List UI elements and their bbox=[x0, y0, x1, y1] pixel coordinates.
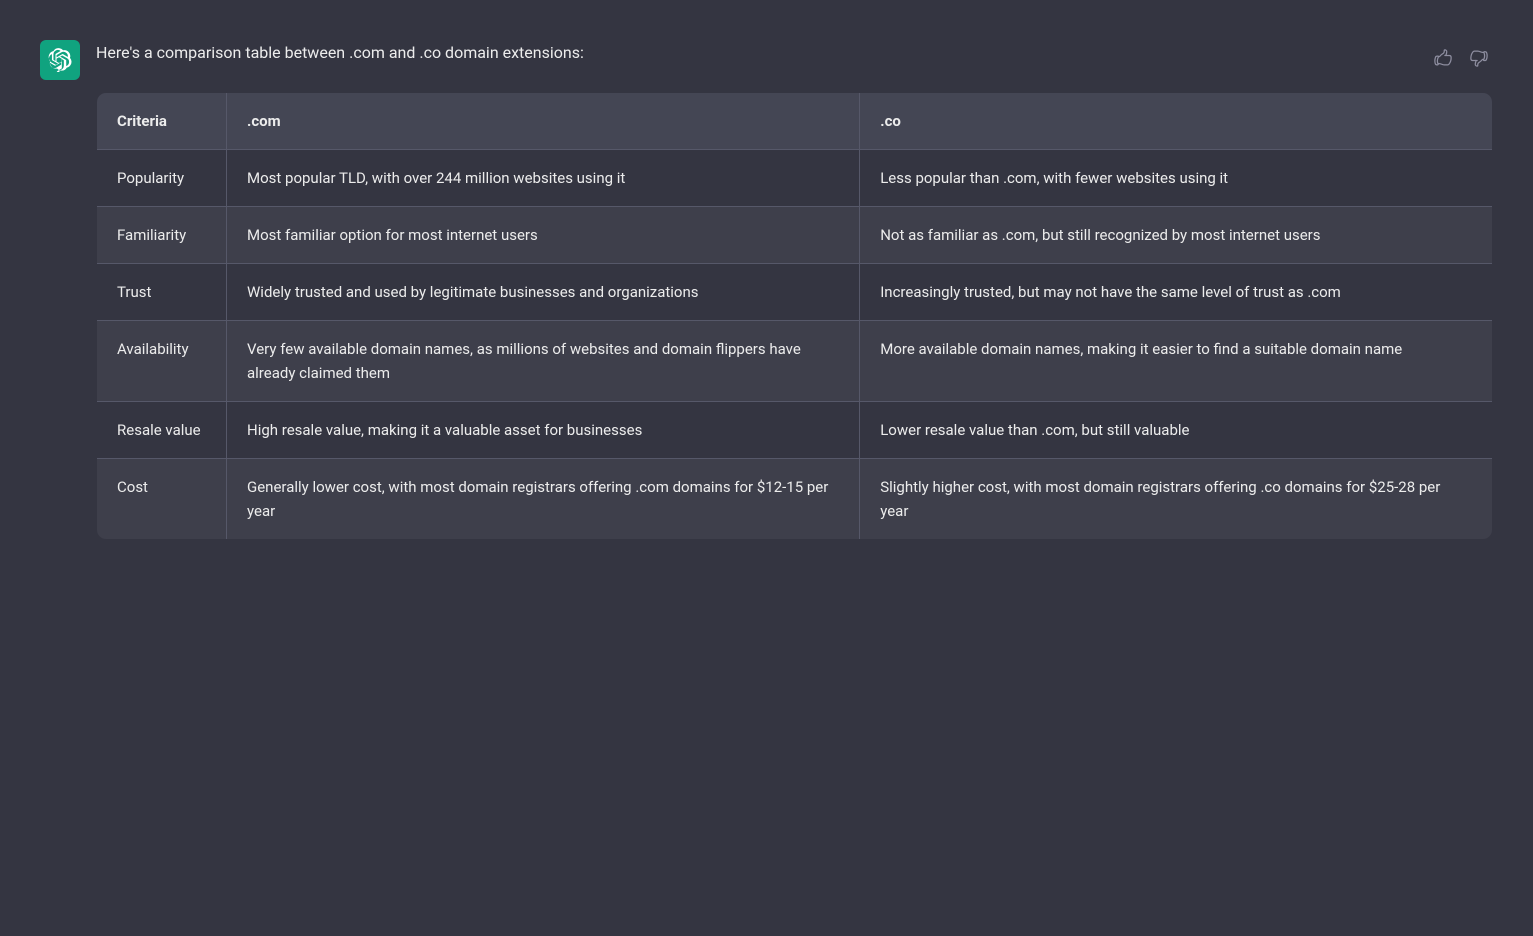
message-intro-text: Here's a comparison table between .com a… bbox=[96, 40, 584, 66]
table-row: AvailabilityVery few available domain na… bbox=[97, 321, 1493, 402]
cell-co: Slightly higher cost, with most domain r… bbox=[860, 459, 1493, 540]
chatgpt-logo-icon bbox=[48, 48, 72, 72]
message-header: Here's a comparison table between .com a… bbox=[96, 40, 1493, 72]
cell-com: Very few available domain names, as mill… bbox=[227, 321, 860, 402]
cell-criteria: Familiarity bbox=[97, 207, 227, 264]
table-header-row: Criteria .com .co bbox=[97, 93, 1493, 150]
cell-co: Not as familiar as .com, but still recog… bbox=[860, 207, 1493, 264]
table-row: TrustWidely trusted and used by legitima… bbox=[97, 264, 1493, 321]
cell-com: High resale value, making it a valuable … bbox=[227, 402, 860, 459]
chat-message: Here's a comparison table between .com a… bbox=[0, 20, 1533, 560]
cell-co: Less popular than .com, with fewer websi… bbox=[860, 150, 1493, 207]
cell-co: Lower resale value than .com, but still … bbox=[860, 402, 1493, 459]
header-com: .com bbox=[227, 93, 860, 150]
table-row: PopularityMost popular TLD, with over 24… bbox=[97, 150, 1493, 207]
comparison-table: Criteria .com .co PopularityMost popular… bbox=[96, 92, 1493, 540]
header-co: .co bbox=[860, 93, 1493, 150]
chatgpt-avatar bbox=[40, 40, 80, 80]
thumbs-down-button[interactable] bbox=[1465, 44, 1493, 72]
cell-criteria: Popularity bbox=[97, 150, 227, 207]
table-row: CostGenerally lower cost, with most doma… bbox=[97, 459, 1493, 540]
cell-criteria: Trust bbox=[97, 264, 227, 321]
cell-criteria: Resale value bbox=[97, 402, 227, 459]
table-row: FamiliarityMost familiar option for most… bbox=[97, 207, 1493, 264]
cell-criteria: Availability bbox=[97, 321, 227, 402]
thumbs-down-icon bbox=[1469, 48, 1489, 68]
message-content: Here's a comparison table between .com a… bbox=[96, 40, 1493, 540]
thumbs-up-icon bbox=[1433, 48, 1453, 68]
table-row: Resale valueHigh resale value, making it… bbox=[97, 402, 1493, 459]
cell-com: Generally lower cost, with most domain r… bbox=[227, 459, 860, 540]
cell-criteria: Cost bbox=[97, 459, 227, 540]
cell-co: Increasingly trusted, but may not have t… bbox=[860, 264, 1493, 321]
cell-com: Most popular TLD, with over 244 million … bbox=[227, 150, 860, 207]
cell-com: Widely trusted and used by legitimate bu… bbox=[227, 264, 860, 321]
cell-co: More available domain names, making it e… bbox=[860, 321, 1493, 402]
thumbs-up-button[interactable] bbox=[1429, 44, 1457, 72]
header-criteria: Criteria bbox=[97, 93, 227, 150]
feedback-buttons bbox=[1429, 44, 1493, 72]
cell-com: Most familiar option for most internet u… bbox=[227, 207, 860, 264]
